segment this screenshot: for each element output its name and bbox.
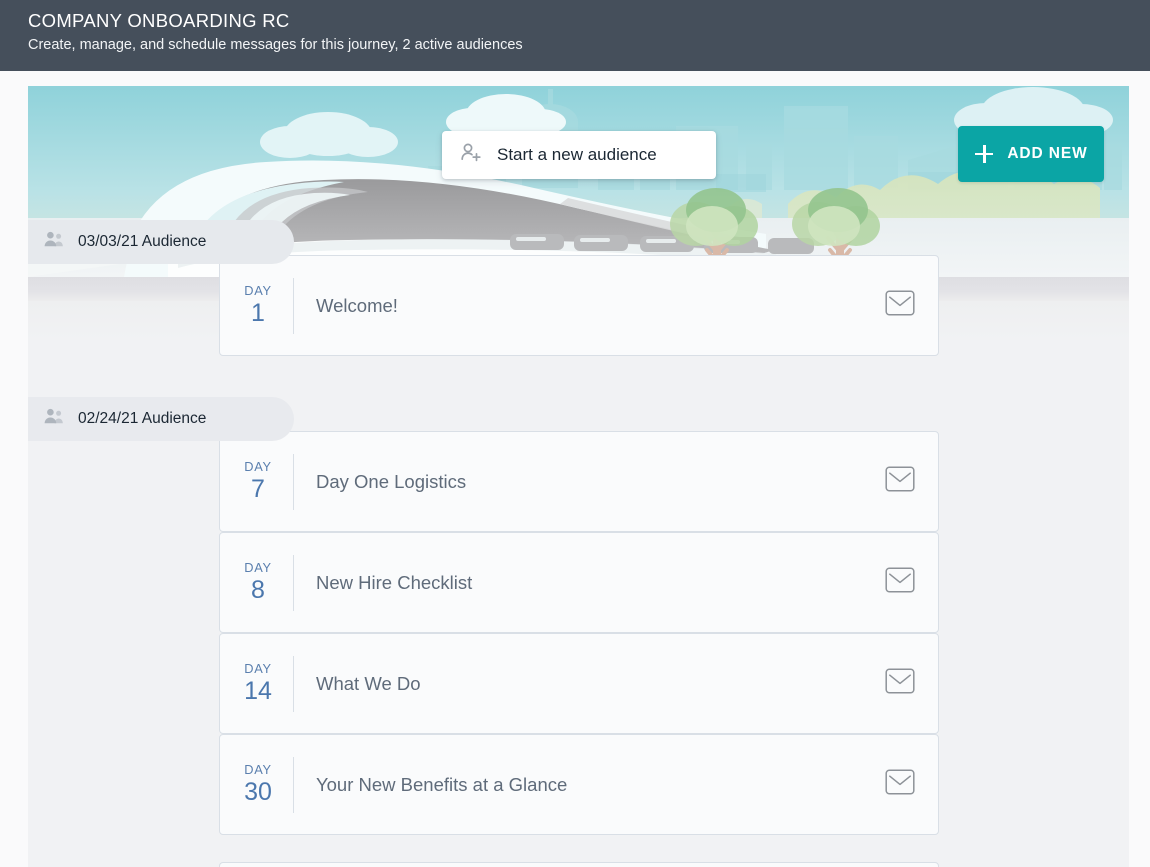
mail-envelope-icon[interactable] xyxy=(885,769,915,800)
day-word: DAY xyxy=(223,661,293,677)
day-word: DAY xyxy=(223,560,293,576)
day-number: 14 xyxy=(223,677,293,706)
audience-chip-2-label: 02/24/21 Audience xyxy=(78,410,206,428)
mail-envelope-icon[interactable] xyxy=(885,567,915,598)
page-title: COMPANY ONBOARDING RC xyxy=(28,9,1150,33)
day-number: 30 xyxy=(223,778,293,807)
message-card[interactable]: DAY 30 Your New Benefits at a Glance xyxy=(219,734,939,835)
mail-envelope-icon[interactable] xyxy=(885,668,915,699)
audience-chip-2[interactable]: 02/24/21 Audience xyxy=(28,397,294,441)
day-word: DAY xyxy=(223,283,293,299)
day-word: DAY xyxy=(223,459,293,475)
message-card[interactable]: DAY 8 New Hire Checklist xyxy=(219,532,939,633)
message-title: Your New Benefits at a Glance xyxy=(316,774,885,796)
start-new-audience-label: Start a new audience xyxy=(497,145,657,165)
plus-icon xyxy=(974,144,994,164)
message-card[interactable] xyxy=(219,862,939,867)
day-block: DAY 1 xyxy=(220,283,293,328)
page-subtitle: Create, manage, and schedule messages fo… xyxy=(28,35,1150,55)
mail-envelope-icon[interactable] xyxy=(885,290,915,321)
card-divider xyxy=(293,555,294,611)
people-group-icon xyxy=(42,228,66,257)
message-title: Welcome! xyxy=(316,295,885,317)
audience-chip-1-label: 03/03/21 Audience xyxy=(78,233,206,251)
day-word: DAY xyxy=(223,762,293,778)
message-card[interactable]: DAY 14 What We Do xyxy=(219,633,939,734)
day-block: DAY 7 xyxy=(220,459,293,504)
add-new-button[interactable]: ADD NEW xyxy=(958,126,1104,182)
day-block: DAY 30 xyxy=(220,762,293,807)
message-title: Day One Logistics xyxy=(316,471,885,493)
card-divider xyxy=(293,656,294,712)
person-add-icon xyxy=(459,140,484,170)
mail-envelope-icon[interactable] xyxy=(885,466,915,497)
page-body: Start a new audience ADD NEW 03/03/21 Au… xyxy=(0,71,1150,867)
message-card[interactable]: DAY 1 Welcome! xyxy=(219,255,939,356)
day-number: 8 xyxy=(223,576,293,605)
add-new-label: ADD NEW xyxy=(1007,145,1087,163)
message-card[interactable]: DAY 7 Day One Logistics xyxy=(219,431,939,532)
message-title: New Hire Checklist xyxy=(316,572,885,594)
day-block: DAY 8 xyxy=(220,560,293,605)
content-area: Start a new audience ADD NEW 03/03/21 Au… xyxy=(28,86,1129,867)
app-header: COMPANY ONBOARDING RC Create, manage, an… xyxy=(0,0,1150,71)
card-divider xyxy=(293,454,294,510)
message-title: What We Do xyxy=(316,673,885,695)
card-divider xyxy=(293,757,294,813)
audience-chip-1[interactable]: 03/03/21 Audience xyxy=(28,220,294,264)
card-divider xyxy=(293,278,294,334)
day-number: 1 xyxy=(223,299,293,328)
day-block: DAY 14 xyxy=(220,661,293,706)
people-group-icon xyxy=(42,405,66,434)
start-new-audience-button[interactable]: Start a new audience xyxy=(442,131,716,179)
day-number: 7 xyxy=(223,475,293,504)
